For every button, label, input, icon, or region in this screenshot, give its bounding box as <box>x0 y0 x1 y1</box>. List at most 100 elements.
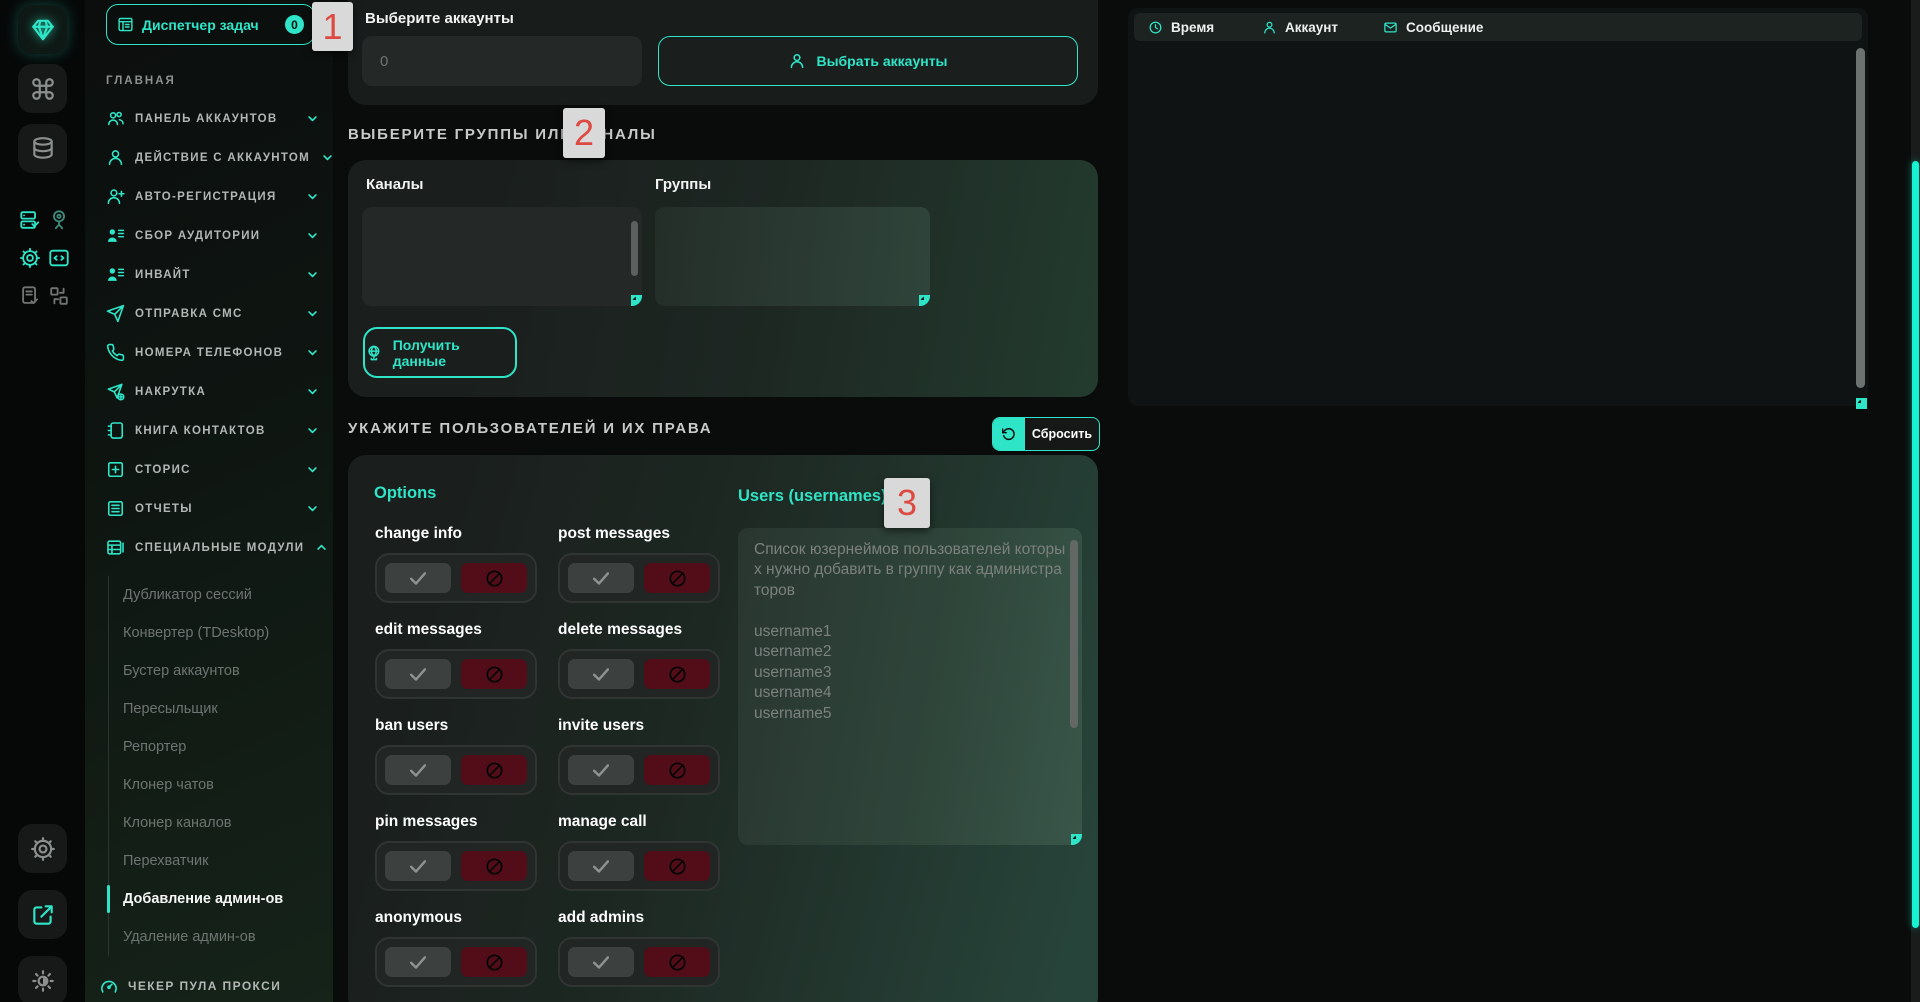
user-plus-icon <box>106 187 125 206</box>
command-icon <box>30 76 56 102</box>
sidebar-item-панель-аккаунтов[interactable]: ПАНЕЛЬ АККАУНТОВ <box>85 99 333 138</box>
deny-button[interactable] <box>644 563 710 593</box>
sidebar-item-сбор-аудитории[interactable]: СБОР АУДИТОРИИ <box>85 216 333 255</box>
chevron-down-icon <box>305 306 320 321</box>
resize-icon <box>920 296 929 305</box>
groups-textarea[interactable] <box>655 207 930 306</box>
rail-button-diamond[interactable] <box>18 5 67 54</box>
allow-button[interactable] <box>385 947 451 977</box>
log-column-время[interactable]: Время <box>1148 13 1214 41</box>
sidebar-item-накрутка[interactable]: НАКРУТКА <box>85 372 333 411</box>
permission-cell: invite users <box>558 717 741 813</box>
sidebar-item-инвайт[interactable]: ИНВАЙТ <box>85 255 333 294</box>
submodule-item[interactable]: Конвертер (TDesktop) <box>109 614 309 652</box>
rail-button-database[interactable] <box>18 124 67 173</box>
deny-icon <box>484 952 505 973</box>
allow-button[interactable] <box>568 659 634 689</box>
submodule-item[interactable]: Перехватчик <box>109 842 309 880</box>
special-modules-submenu: Дубликатор сессийКонвертер (TDesktop)Бус… <box>108 576 309 956</box>
submodule-item[interactable]: Репортер <box>109 728 309 766</box>
groups-resize-handle[interactable] <box>919 295 930 306</box>
users-scrollbar-thumb[interactable] <box>1070 540 1078 728</box>
log-column-сообщение[interactable]: Сообщение <box>1383 13 1483 41</box>
channels-textarea[interactable] <box>362 207 642 306</box>
allow-button[interactable] <box>385 851 451 881</box>
sidebar-item-отправка-смс[interactable]: ОТПРАВКА СМС <box>85 294 333 333</box>
check-icon <box>407 663 429 685</box>
permission-cell: edit messages <box>375 621 558 717</box>
accounts-count-input[interactable] <box>362 36 642 86</box>
rail-button-external-link[interactable] <box>18 890 67 939</box>
channels-scrollbar-thumb[interactable] <box>631 221 638 276</box>
permission-cell: delete messages <box>558 621 741 717</box>
rail-tool-qr-transfer[interactable] <box>48 285 70 307</box>
permission-label: invite users <box>558 717 741 735</box>
submodule-item[interactable]: Дубликатор сессий <box>109 576 309 614</box>
page-scrollbar-thumb[interactable] <box>1912 161 1919 928</box>
channels-resize-handle[interactable] <box>631 295 642 306</box>
settings-icon <box>30 836 56 862</box>
deny-button[interactable] <box>461 851 527 881</box>
reset-button[interactable]: Сбросить <box>992 417 1100 451</box>
allow-button[interactable] <box>568 851 634 881</box>
permission-label: manage call <box>558 813 741 831</box>
deny-icon <box>667 952 688 973</box>
annotation-badge-1: 1 <box>312 2 353 51</box>
send-plus-icon <box>106 382 125 401</box>
sidebar-item-номера-телефонов[interactable]: НОМЕРА ТЕЛЕФОНОВ <box>85 333 333 372</box>
fetch-data-button[interactable]: Получить данные <box>363 327 517 378</box>
rail-tool-server-check[interactable] <box>19 209 41 231</box>
rail-tool-gear[interactable] <box>19 247 41 269</box>
deny-button[interactable] <box>644 851 710 881</box>
rail-button-brightness[interactable] <box>18 956 67 1002</box>
sidebar-item-proxy-pool-checker[interactable]: ЧЕКЕР ПУЛА ПРОКСИ <box>99 966 281 1002</box>
sidebar-item-сторис[interactable]: СТОРИС <box>85 450 333 489</box>
rail-tool-account-camera[interactable] <box>48 209 70 231</box>
allow-button[interactable] <box>385 563 451 593</box>
permission-cell: anonymous <box>375 909 558 1002</box>
sidebar-item-действие-с-аккаунтом[interactable]: ДЕЙСТВИЕ С АККАУНТОМ <box>85 138 333 177</box>
person-icon <box>788 52 806 70</box>
deny-button[interactable] <box>644 659 710 689</box>
submodule-item[interactable]: Добавление админ-ов <box>109 880 309 918</box>
rail-tool-code-window[interactable] <box>48 247 70 269</box>
users-textarea[interactable] <box>738 528 1082 845</box>
sidebar-item-специальные-модули[interactable]: СПЕЦИАЛЬНЫЕ МОДУЛИ <box>85 528 333 567</box>
options-title: Options <box>374 484 436 503</box>
deny-button[interactable] <box>461 755 527 785</box>
groups-label: Группы <box>655 176 711 193</box>
plus-square-icon <box>106 460 125 479</box>
select-accounts-card: Выберите аккаунты Выбрать аккаунты <box>348 0 1098 105</box>
deny-button[interactable] <box>461 947 527 977</box>
rail-button-settings[interactable] <box>18 824 67 873</box>
allow-button[interactable] <box>568 755 634 785</box>
rights-card: Options change infopost messagesedit mes… <box>348 455 1098 1002</box>
allow-button[interactable] <box>568 947 634 977</box>
submodule-item[interactable]: Пересыльщик <box>109 690 309 728</box>
deny-button[interactable] <box>644 755 710 785</box>
select-accounts-button[interactable]: Выбрать аккаунты <box>658 36 1078 86</box>
permission-toggle <box>375 649 537 699</box>
task-manager-button[interactable]: Диспетчер задач 0 <box>106 4 315 45</box>
sidebar-item-label: НАКРУТКА <box>135 386 206 398</box>
log-column-аккаунт[interactable]: Аккаунт <box>1262 13 1338 41</box>
check-icon <box>590 663 612 685</box>
deny-button[interactable] <box>461 563 527 593</box>
allow-button[interactable] <box>385 659 451 689</box>
deny-button[interactable] <box>461 659 527 689</box>
rail-tool-document-check[interactable] <box>19 285 41 307</box>
deny-button[interactable] <box>644 947 710 977</box>
submodule-item[interactable]: Клонер чатов <box>109 766 309 804</box>
allow-button[interactable] <box>385 755 451 785</box>
submodule-item[interactable]: Клонер каналов <box>109 804 309 842</box>
rail-button-command[interactable] <box>18 64 67 113</box>
sidebar-item-книга-контактов[interactable]: КНИГА КОНТАКТОВ <box>85 411 333 450</box>
log-resize-handle[interactable] <box>1856 398 1867 409</box>
submodule-item[interactable]: Бустер аккаунтов <box>109 652 309 690</box>
sidebar-item-авто-регистрация[interactable]: АВТО-РЕГИСТРАЦИЯ <box>85 177 333 216</box>
log-scrollbar-thumb[interactable] <box>1856 48 1865 388</box>
submodule-item[interactable]: Удаление админ-ов <box>109 918 309 956</box>
sidebar-item-отчеты[interactable]: ОТЧЕТЫ <box>85 489 333 528</box>
allow-button[interactable] <box>568 563 634 593</box>
users-resize-handle[interactable] <box>1071 834 1082 845</box>
